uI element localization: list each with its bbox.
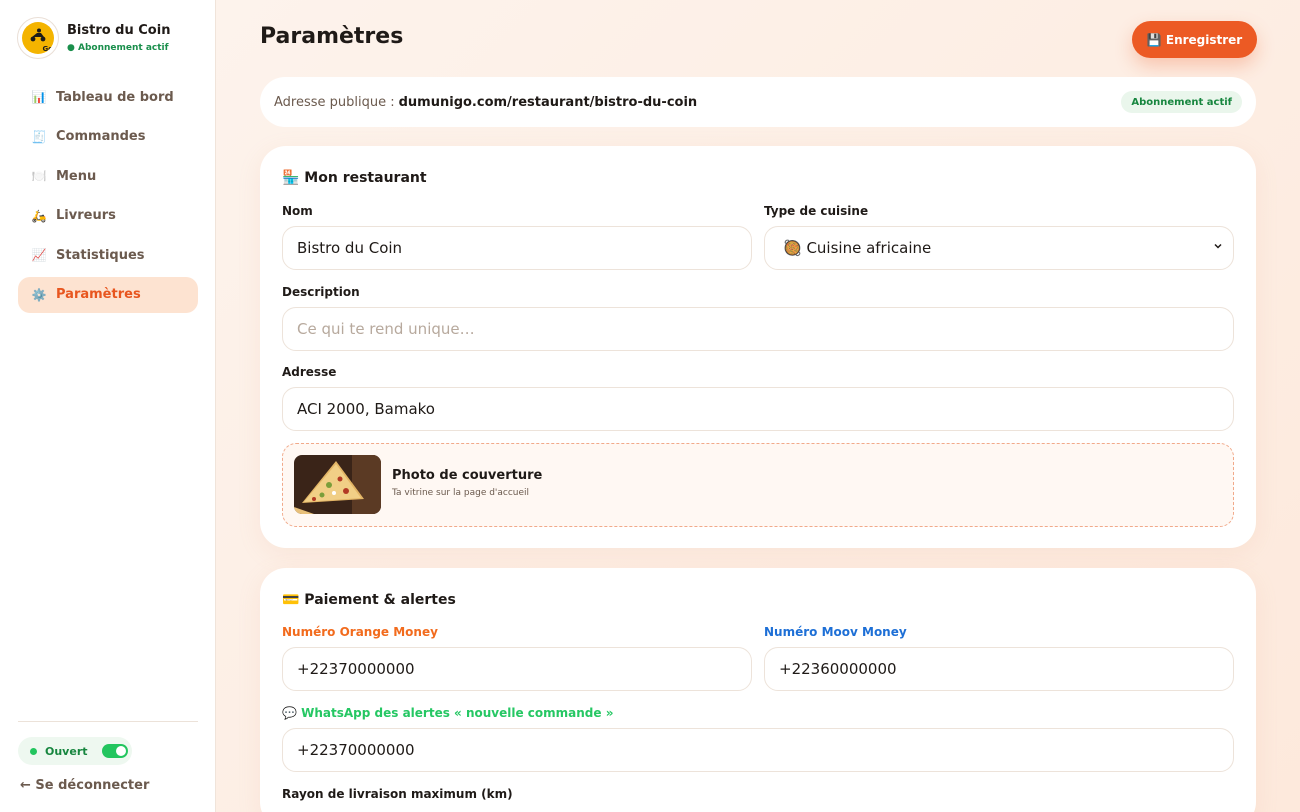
sidebar-item-dashboard[interactable]: 📊 Tableau de bord [18,79,198,115]
delivery-radius-label: Rayon de livraison maximum (km) [282,787,513,801]
cover-photo-subtitle: Ta vitrine sur la page d'accueil [392,488,530,498]
cover-photo-thumbnail[interactable] [294,455,381,514]
sidebar-item-statistics[interactable]: 📈 Statistiques [18,237,198,273]
open-status-toggle[interactable]: Ouvert [18,737,132,765]
restaurant-name: Bistro du Coin [67,23,171,38]
subscription-status: ● Abonnement actif [67,43,169,53]
name-label: Nom [282,204,313,218]
public-address-bar: Adresse publique : dumunigo.com/restaura… [260,77,1256,127]
gear-icon: ⚙️ [31,287,47,302]
plate-icon: 🍽️ [31,169,47,184]
open-toggle-switch[interactable] [101,744,128,758]
sidebar-item-couriers[interactable]: 🛵 Livreurs [18,198,198,234]
cuisine-label: Type de cuisine [764,204,869,218]
cuisine-select[interactable]: 🥘 Cuisine africaine [764,226,1234,270]
description-label: Description [282,285,360,299]
logout-link[interactable]: ← Se déconnecter [20,778,149,793]
moov-money-input[interactable]: +22360000000 [764,647,1234,691]
bar-chart-icon: 📊 [31,90,47,104]
line-chart-icon: 📈 [31,248,47,263]
subscription-badge: Abonnement actif [1121,91,1242,113]
moov-money-label: Numéro Moov Money [764,625,907,639]
save-button[interactable]: 💾 Enregistrer [1132,21,1257,58]
orange-money-input[interactable]: +22370000000 [282,647,752,691]
open-status-label: Ouvert [45,744,88,758]
description-input[interactable]: Ce qui te rend unique… [282,307,1234,351]
scooter-icon: 🛵 [31,208,47,223]
toggle-knob [115,746,126,756]
sidebar-item-label: Paramètres [56,287,141,303]
sidebar-item-label: Tableau de bord [56,89,174,105]
chevron-down-icon [1214,243,1222,249]
restaurant-card: 🏪 Mon restaurant Nom Bistro du Coin Type… [260,146,1256,548]
sidebar-item-label: Livreurs [56,208,116,224]
cover-photo-title: Photo de couverture [392,468,543,483]
payment-section-title: 💳 Paiement & alertes [282,592,456,608]
payment-card: 💳 Paiement & alertes Numéro Orange Money… [260,568,1256,812]
main-content: Paramètres 💾 Enregistrer Adresse publiqu… [216,0,1300,812]
name-input[interactable]: Bistro du Coin [282,226,752,270]
restaurant-section-title: 🏪 Mon restaurant [282,170,427,186]
restaurant-logo: Go [17,17,59,59]
receipt-icon: 🧾 [31,129,47,144]
brand-text: Bistro du Coin ● Abonnement actif [67,23,170,53]
sidebar-item-menu[interactable]: 🍽️ Menu [18,158,198,194]
status-dot-icon [30,747,37,755]
public-address-label: Adresse publique : [274,94,395,110]
brand: Go Bistro du Coin ● Abonnement actif [17,17,170,59]
sidebar-nav: 📊 Tableau de bord 🧾 Commandes 🍽️ Menu 🛵 … [18,79,198,317]
whatsapp-label: 💬 WhatsApp des alertes « nouvelle comman… [282,706,614,720]
sidebar-item-label: Statistiques [56,247,145,263]
sidebar-item-label: Commandes [56,129,146,145]
sidebar: Go Bistro du Coin ● Abonnement actif 📊 T… [0,0,216,812]
orange-money-label: Numéro Orange Money [282,625,438,639]
scooter-icon [30,28,46,42]
logo-text: Go [42,45,53,53]
sidebar-item-label: Menu [56,168,97,184]
logo-badge: Go [22,22,54,54]
cuisine-select-value: 🥘 Cuisine africaine [783,239,932,257]
cover-photo-upload[interactable]: Photo de couverture Ta vitrine sur la pa… [282,443,1234,527]
public-address-url[interactable]: dumunigo.com/restaurant/bistro-du-coin [399,95,698,110]
sidebar-item-orders[interactable]: 🧾 Commandes [18,119,198,155]
pizza-image [294,455,381,514]
sidebar-divider [18,721,198,722]
address-input[interactable]: ACI 2000, Bamako [282,387,1234,431]
address-label: Adresse [282,365,337,379]
sidebar-item-settings[interactable]: ⚙️ Paramètres [18,276,198,313]
whatsapp-input[interactable]: +22370000000 [282,728,1234,772]
page-title: Paramètres [260,24,404,49]
